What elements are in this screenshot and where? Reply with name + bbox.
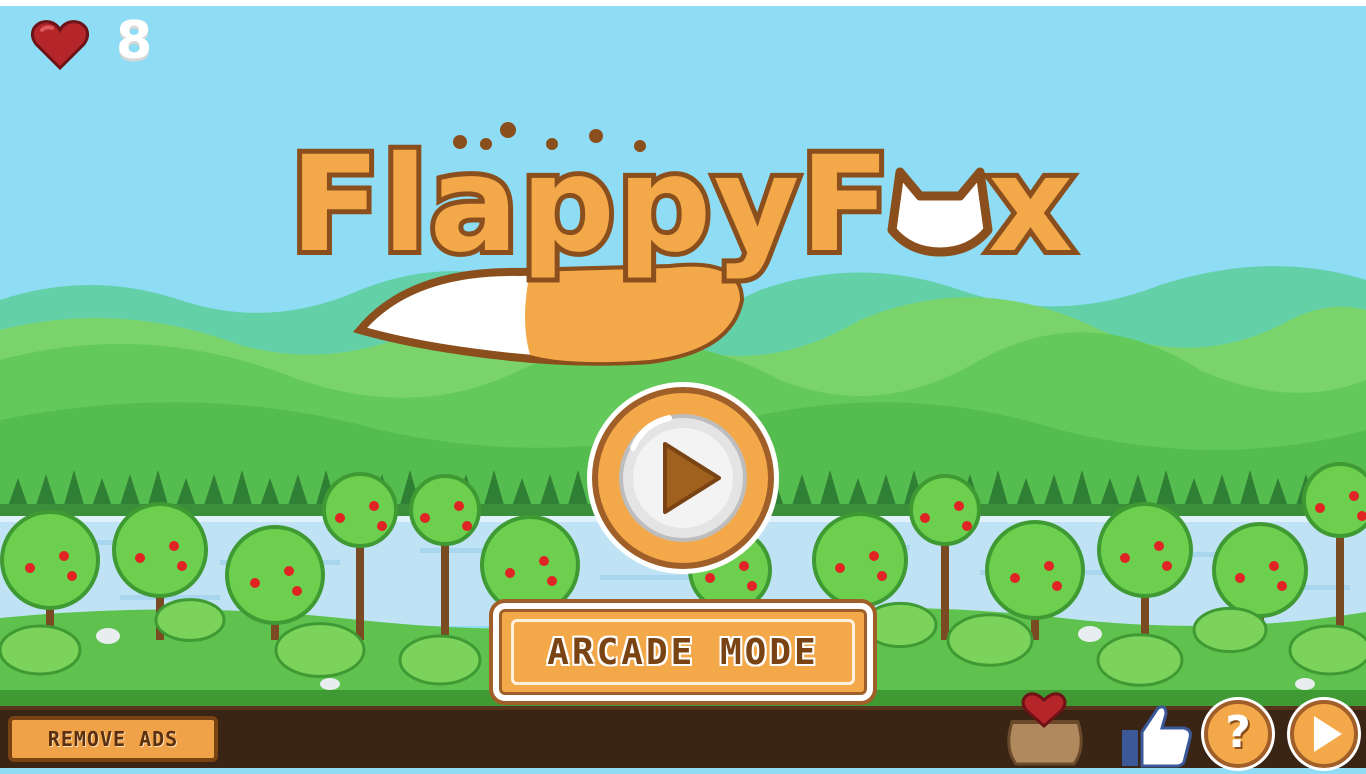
help-button[interactable]: ? — [1198, 694, 1278, 774]
title-word-flappy: Flappy — [290, 128, 802, 282]
bush — [1288, 624, 1366, 676]
bush — [1192, 606, 1268, 654]
next-button[interactable] — [1284, 694, 1364, 774]
arcade-mode-label: ARCADE MODE — [547, 631, 819, 673]
game-title-logo: Flappy F x — [285, 122, 1078, 366]
bush — [398, 634, 482, 686]
bush — [862, 601, 938, 649]
bush — [274, 622, 366, 678]
thumbs-up-icon[interactable] — [1118, 700, 1194, 768]
title-letter-f: F — [800, 128, 890, 282]
help-label: ? — [1225, 707, 1251, 758]
bush — [946, 613, 1034, 667]
fox-head-icon — [887, 167, 993, 257]
bush — [154, 598, 226, 642]
bush — [1096, 633, 1184, 687]
bush — [0, 624, 82, 676]
remove-ads-button[interactable]: REMOVE ADS — [8, 716, 218, 762]
lives-counter: 8 — [30, 10, 153, 72]
lives-count: 8 — [116, 11, 153, 71]
remove-ads-label: REMOVE ADS — [47, 727, 179, 751]
heart-bag-icon[interactable] — [998, 688, 1090, 768]
heart-icon — [30, 20, 90, 71]
arcade-mode-button[interactable]: ARCADE MODE — [493, 603, 873, 701]
play-button[interactable] — [583, 378, 783, 578]
title-letter-x: x — [988, 128, 1073, 282]
